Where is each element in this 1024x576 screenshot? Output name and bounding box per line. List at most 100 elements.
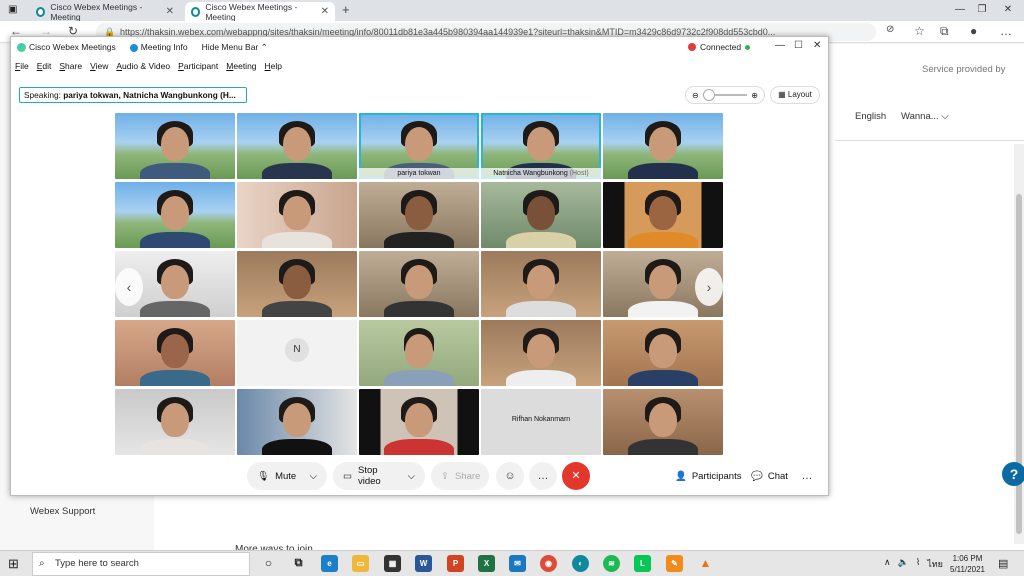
menu-edit[interactable]: Edit — [37, 61, 52, 71]
word-icon[interactable]: W — [415, 555, 432, 572]
video-tile[interactable] — [603, 113, 723, 179]
windows-start-icon[interactable]: ⊞ — [8, 556, 19, 572]
info-icon — [129, 43, 138, 52]
meeting-info-button[interactable]: Meeting Info — [129, 42, 188, 52]
video-tile[interactable] — [359, 320, 479, 386]
webex-support-link[interactable]: Webex Support — [30, 506, 95, 517]
chrome-icon[interactable]: ◉ — [540, 555, 557, 572]
zoom-track[interactable] — [702, 89, 748, 101]
video-tile[interactable] — [115, 389, 235, 455]
clock[interactable]: 1:06 PM 5/11/2021 — [950, 553, 985, 575]
webex-icon[interactable]: ◐ — [572, 555, 589, 572]
video-tile[interactable] — [237, 251, 357, 317]
profile-icon[interactable]: ● — [970, 24, 977, 38]
video-tile[interactable] — [115, 182, 235, 248]
browser-tab[interactable]: Cisco Webex Meetings - Meeting ✕ — [30, 2, 180, 22]
video-tile-active[interactable]: pariya tokwan — [359, 113, 479, 179]
store-icon[interactable]: ▦ — [384, 555, 401, 572]
menu-participant[interactable]: Participant — [178, 61, 218, 71]
chevron-down-icon: ⌵ — [309, 470, 317, 482]
mail-icon[interactable]: ✉ — [509, 555, 526, 572]
speaker-icon[interactable]: 🔈 — [898, 557, 909, 571]
minimize-icon[interactable]: — — [775, 40, 785, 51]
close-icon[interactable]: ✕ — [813, 40, 821, 51]
tab-close-icon[interactable]: ✕ — [166, 6, 174, 17]
zoom-out-icon[interactable]: ⊖ — [692, 91, 699, 100]
task-view-icon[interactable]: ⧉ — [290, 555, 307, 572]
favorites-icon[interactable]: ☆ — [914, 24, 925, 38]
end-meeting-button[interactable]: ✕ — [562, 462, 590, 490]
layout-button[interactable]: ▦ Layout — [770, 86, 820, 104]
reactions-button[interactable]: ☺ — [496, 462, 524, 490]
video-tile[interactable] — [481, 182, 601, 248]
chat-button[interactable]: 💬 Chat — [751, 462, 788, 490]
more-options-icon[interactable]: … — [1000, 24, 1012, 38]
video-tile[interactable] — [603, 182, 723, 248]
menu-audio-video[interactable]: Audio & Video — [116, 61, 170, 71]
previous-page-icon[interactable]: ‹ — [115, 268, 143, 306]
cortana-icon[interactable]: ○ — [260, 555, 277, 572]
browser-tab-active[interactable]: Cisco Webex Meetings - Meeting ✕ — [185, 2, 335, 22]
menu-view[interactable]: View — [90, 61, 108, 71]
maximize-icon[interactable]: ☐ — [794, 40, 803, 51]
close-window-icon[interactable]: ✕ — [988, 0, 1024, 21]
video-tile[interactable] — [359, 251, 479, 317]
help-question-icon[interactable]: ? — [1002, 462, 1024, 486]
edge-icon[interactable]: e — [321, 555, 338, 572]
camera-icon: ▭ — [343, 470, 352, 482]
excel-icon[interactable]: X — [478, 555, 495, 572]
keyboard-language[interactable]: ไทย — [927, 557, 943, 571]
video-tile[interactable] — [115, 320, 235, 386]
video-tile[interactable] — [237, 182, 357, 248]
taskbar-search-input[interactable]: ⌕ Type here to search — [32, 552, 250, 576]
zoom-knob[interactable] — [702, 89, 715, 101]
zoom-in-icon[interactable]: ⊕ — [751, 91, 758, 100]
more-options-button[interactable]: … — [529, 462, 557, 490]
hide-menu-bar-button[interactable]: Hide Menu Bar ⌃ — [202, 42, 268, 53]
network-icon[interactable]: ⌇ — [916, 557, 920, 571]
microphone-icon: 🎙 — [257, 470, 270, 482]
stop-video-button[interactable]: ▭ Stop video ⌵ — [333, 462, 425, 490]
mute-button[interactable]: 🎙 Mute ⌵ — [247, 462, 327, 490]
powerpoint-icon[interactable]: P — [447, 555, 464, 572]
menu-share[interactable]: Share — [59, 61, 82, 71]
next-page-icon[interactable]: › — [695, 268, 723, 306]
zoom-slider[interactable]: ⊖ ⊕ — [685, 86, 765, 104]
video-tile[interactable] — [481, 320, 601, 386]
video-tile[interactable] — [237, 389, 357, 455]
share-button[interactable]: ⇪ Share — [431, 462, 489, 490]
tracking-prevention-icon[interactable]: ⊘ — [886, 24, 894, 35]
video-tile[interactable] — [359, 182, 479, 248]
video-tile[interactable] — [481, 251, 601, 317]
video-tile[interactable] — [603, 389, 723, 455]
menu-help[interactable]: Help — [265, 61, 282, 71]
collections-icon[interactable]: ⧉ — [940, 24, 949, 39]
chevron-up-icon[interactable]: ∧ — [884, 557, 891, 571]
notifications-icon[interactable]: ▤ — [998, 557, 1008, 570]
participants-button[interactable]: 👤 Participants — [675, 462, 741, 490]
more-panels-button[interactable]: … — [793, 462, 821, 490]
menu-file[interactable]: File — [15, 61, 29, 71]
menu-meeting[interactable]: Meeting — [226, 61, 256, 71]
new-tab-button[interactable]: + — [342, 2, 350, 17]
app-icon[interactable]: ✎ — [666, 555, 683, 572]
vlc-icon[interactable]: ▲ — [697, 555, 714, 572]
video-tile[interactable] — [603, 320, 723, 386]
video-tile-no-video[interactable]: N — [237, 320, 357, 386]
video-tile[interactable] — [115, 113, 235, 179]
tab-close-icon[interactable]: ✕ — [321, 6, 329, 17]
system-tray: ∧ 🔈 ⌇ ไทย — [884, 557, 943, 571]
browser-tab-bar: Cisco Webex Meetings - Meeting ✕ Cisco W… — [0, 0, 1024, 22]
tab-actions-icon[interactable]: ▣ — [8, 4, 17, 15]
video-tile-no-video[interactable]: Rifhan Nokanmarn — [481, 389, 601, 455]
language-selector[interactable]: English — [855, 111, 886, 122]
video-tile[interactable] — [237, 113, 357, 179]
video-tile-active[interactable]: Natnicha Wangbunkong (Host) — [481, 113, 601, 179]
line-icon[interactable]: L — [634, 555, 651, 572]
spotify-icon[interactable]: ≋ — [603, 555, 620, 572]
video-tile[interactable] — [359, 389, 479, 455]
avatar: N — [285, 338, 309, 362]
file-explorer-icon[interactable]: ▭ — [352, 555, 369, 572]
user-menu[interactable]: Wanna... ⌵ — [901, 111, 949, 122]
connection-status[interactable]: Connected — [688, 42, 751, 52]
